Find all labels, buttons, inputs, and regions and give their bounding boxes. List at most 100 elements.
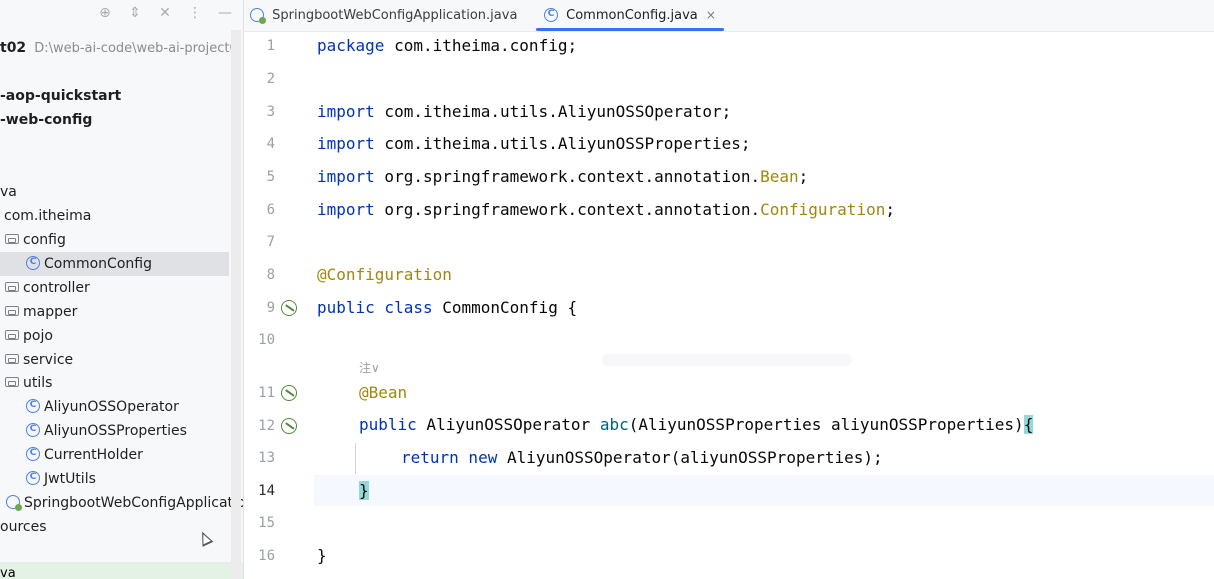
code-line-9: public class CommonConfig {	[317, 298, 577, 317]
method-name: abc	[599, 415, 629, 434]
tab-label: CommonConfig.java	[566, 8, 698, 23]
tree-item-utils[interactable]: utils	[5, 371, 52, 395]
indent-guide	[355, 443, 356, 474]
line-number: 2	[266, 71, 275, 87]
keyword: import	[317, 134, 375, 153]
item-label: config	[23, 232, 66, 248]
tree-module-web-config[interactable]: -web-config	[0, 108, 92, 132]
tree-item-service[interactable]: service	[5, 348, 73, 372]
keyword: return new	[401, 448, 498, 467]
class-icon: C	[26, 471, 40, 485]
line-number: 8	[266, 267, 275, 283]
item-label: SpringbootWebConfigApplication	[24, 495, 243, 511]
keyword: import	[317, 167, 375, 186]
tree-item-aliyun-oss-operator[interactable]: C AliyunOSSOperator	[26, 395, 179, 419]
item-label: controller	[23, 280, 90, 296]
ai-hint-icon[interactable]: 注∨	[359, 359, 380, 376]
item-label: AliyunOSSOperator	[44, 399, 179, 415]
tree-bottom-row[interactable]: va	[0, 562, 243, 579]
mouse-cursor-icon	[196, 529, 214, 547]
code-line-1: package com.itheima.config;	[317, 36, 577, 55]
item-label: pojo	[23, 328, 53, 344]
class-icon: C	[26, 447, 40, 461]
minimize-icon[interactable]: —	[217, 5, 233, 21]
expand-icon[interactable]: ⇕	[127, 5, 143, 21]
line-number: 13	[258, 450, 275, 466]
tree-item-current-holder[interactable]: C CurrentHolder	[26, 443, 143, 467]
line-number: 11	[258, 385, 275, 401]
keyword: package	[317, 36, 385, 55]
code-text: com.itheima.utils.AliyunOSSProperties;	[374, 134, 751, 153]
root-path: D:\web-ai-code\web-ai-project0	[34, 41, 238, 56]
tree-item-controller[interactable]: controller	[5, 276, 90, 300]
item-label: CommonConfig	[44, 256, 152, 272]
code-line-13: return new AliyunOSSOperator(aliyunOSSPr…	[401, 448, 883, 467]
item-label: service	[23, 352, 74, 368]
code-line-12: public AliyunOSSOperator abc(AliyunOSSPr…	[359, 415, 1034, 434]
tree-module-aop[interactable]: -aop-quickstart	[0, 84, 121, 108]
class-icon: C	[26, 256, 40, 270]
folder-icon	[5, 354, 19, 364]
tab-label: SpringbootWebConfigApplication.java	[272, 8, 518, 23]
class-icon: C	[544, 7, 558, 22]
tree-item-aliyun-oss-properties[interactable]: C AliyunOSSProperties	[26, 419, 187, 443]
code-text: org.springframework.context.annotation.	[374, 200, 761, 219]
code-text: com.itheima.utils.AliyunOSSOperator;	[374, 102, 732, 121]
more-icon[interactable]: ⋮	[187, 5, 203, 21]
item-label: CurrentHolder	[44, 447, 143, 463]
folder-icon	[5, 377, 19, 387]
line-number: 3	[266, 104, 275, 120]
tree-package[interactable]: com.itheima	[4, 204, 91, 228]
collapse-icon[interactable]: ✕	[157, 5, 173, 21]
line-number: 1	[266, 38, 275, 54]
tab-common-config[interactable]: C CommonConfig.java ×	[536, 0, 724, 31]
item-label: JwtUtils	[44, 471, 96, 487]
spring-boot-class-icon	[6, 495, 22, 511]
keyword: public class	[317, 298, 433, 317]
crosshair-icon[interactable]: ⊕	[97, 5, 113, 21]
code-text: AliyunOSSOperator	[416, 415, 600, 434]
sidebar-scrollbar[interactable]	[231, 30, 241, 579]
tree-java[interactable]: va	[0, 180, 17, 204]
root-name: t02	[0, 40, 27, 56]
folder-icon	[5, 234, 19, 244]
tree-item-config[interactable]: config	[5, 228, 66, 252]
current-line-highlight	[314, 475, 1214, 506]
tree-item-app[interactable]: SpringbootWebConfigApplication	[6, 491, 243, 515]
module-label: -aop-quickstart	[0, 88, 122, 104]
code-text: AliyunOSSOperator(aliyunOSSProperties);	[497, 448, 883, 467]
matched-brace: }	[359, 481, 369, 500]
keyword: public	[359, 415, 417, 434]
tree-item-mapper[interactable]: mapper	[5, 300, 77, 324]
spring-bean-gutter-icon[interactable]	[281, 385, 297, 401]
tree-resources[interactable]: ources	[0, 515, 47, 539]
spring-bean-gutter-icon[interactable]	[281, 418, 297, 434]
tab-springboot-app[interactable]: SpringbootWebConfigApplication.java	[250, 0, 517, 31]
resources-label: ources	[0, 519, 47, 535]
tree-item-pojo[interactable]: pojo	[5, 324, 53, 348]
line-number: 15	[258, 515, 275, 531]
code-text: com.itheima.config;	[384, 36, 578, 55]
spring-boot-class-icon	[250, 7, 266, 24]
tree-item-common-config[interactable]: C CommonConfig	[0, 252, 229, 276]
item-label: AliyunOSSProperties	[44, 423, 187, 439]
code-editor[interactable]: 1 2 3 4 5 6 7 8 9 10 11 12 13 14 15 16 p…	[244, 32, 1214, 579]
annotation-ref: Configuration	[760, 200, 886, 219]
tree-item-jwt-utils[interactable]: C JwtUtils	[26, 467, 96, 491]
code-line-6: import org.springframework.context.annot…	[317, 200, 895, 219]
code-text: }	[317, 546, 327, 565]
item-label: utils	[23, 375, 53, 391]
code-text: org.springframework.context.annotation.	[374, 167, 761, 186]
blurred-hint	[602, 354, 852, 366]
close-icon[interactable]: ×	[706, 8, 716, 22]
code-line-5: import org.springframework.context.annot…	[317, 167, 808, 186]
class-icon: C	[26, 399, 40, 413]
keyword: import	[317, 102, 375, 121]
line-number: 9	[266, 300, 275, 316]
line-number: 10	[258, 332, 275, 348]
folder-icon	[5, 282, 19, 292]
spring-bean-gutter-icon[interactable]	[281, 300, 297, 316]
tree-root[interactable]: t02 D:\web-ai-code\web-ai-project0	[0, 36, 238, 60]
keyword: import	[317, 200, 375, 219]
code-text: ;	[798, 167, 809, 186]
